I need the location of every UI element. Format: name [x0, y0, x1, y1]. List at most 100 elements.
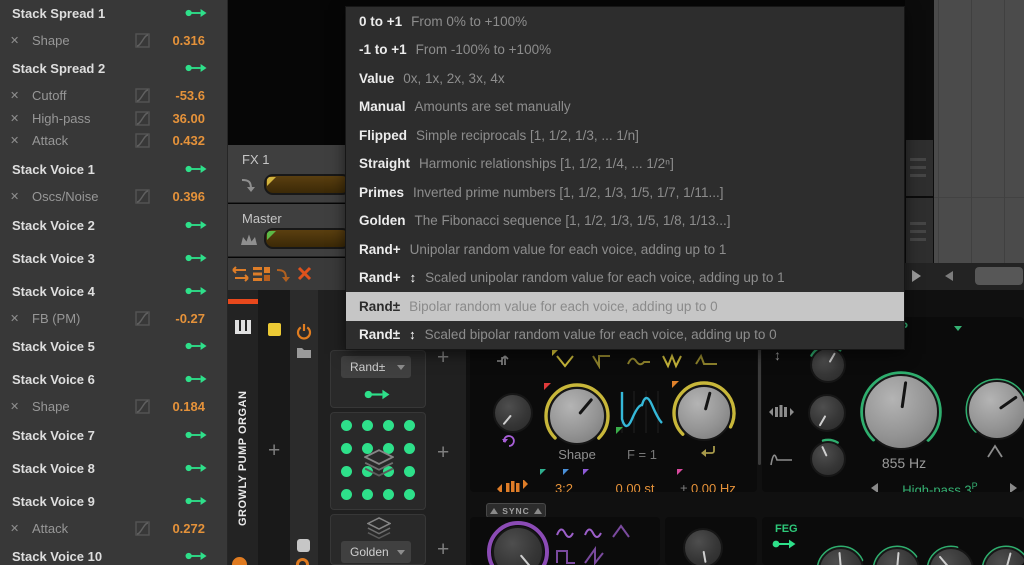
remove-modulation-icon[interactable]: ✕ — [10, 34, 26, 47]
waveform-double-icon[interactable] — [660, 353, 686, 369]
mod-amount-value[interactable]: 0.272 — [172, 521, 205, 536]
mod-arrow-icon[interactable] — [185, 463, 207, 473]
arranger-track-header[interactable] — [906, 140, 933, 196]
mod-arrow-icon[interactable] — [185, 341, 207, 351]
chevron-down-icon[interactable] — [954, 326, 962, 331]
mod-source-row[interactable]: Stack Voice 6 — [0, 368, 228, 390]
retrigger-icon[interactable] — [698, 443, 718, 459]
menu-item[interactable]: Rand± ↕ Scaled bipolar random value for … — [346, 321, 904, 350]
remove-modulation-icon[interactable]: ✕ — [10, 190, 26, 203]
menu-item[interactable]: Rand+ ↕ Scaled unipolar random value for… — [346, 264, 904, 293]
voice-dot[interactable] — [383, 420, 394, 431]
mod-arrow-icon[interactable] — [185, 374, 207, 384]
voice-dot[interactable] — [404, 443, 415, 454]
menu-item[interactable]: Primes Inverted prime numbers [1, 1/2, 1… — [346, 178, 904, 207]
remove-modulation-icon[interactable]: ✕ — [10, 134, 26, 147]
arranger-track-header[interactable] — [906, 198, 933, 263]
filter-type-next-icon[interactable] — [1010, 483, 1017, 492]
mod-curve-icon[interactable] — [135, 521, 150, 536]
mod-source-row[interactable]: Stack Voice 3 — [0, 247, 228, 269]
keytrack-keys-icon[interactable] — [494, 480, 532, 492]
mod-source-row[interactable]: Stack Spread 2 — [0, 57, 228, 79]
waveform-check-icon[interactable] — [590, 353, 616, 369]
cutoff-value[interactable]: 855 Hz — [861, 455, 947, 471]
osc-semitone-value[interactable]: 0.00 st — [602, 481, 668, 492]
mod-source-row[interactable]: Stack Voice 2 — [0, 214, 228, 236]
modulator-slot-voices[interactable] — [330, 412, 426, 510]
noise-knob[interactable] — [683, 528, 723, 565]
mod-target-row[interactable]: ✕ High-pass 36.00 — [0, 107, 228, 129]
waveform-pulse-icon[interactable] — [694, 353, 720, 369]
mod-source-row[interactable]: Stack Voice 1 — [0, 158, 228, 180]
mod-arrow-icon[interactable] — [185, 430, 207, 440]
mod-arrow-icon[interactable] — [364, 389, 390, 400]
voice-dot[interactable] — [362, 420, 373, 431]
folder-icon[interactable] — [296, 346, 312, 359]
mod-arrow-icon[interactable] — [185, 8, 207, 18]
scroll-left-icon[interactable] — [945, 271, 953, 281]
mod-target-row[interactable]: ✕ Shape 0.184 — [0, 395, 228, 417]
mod-curve-icon[interactable] — [135, 88, 150, 103]
filter-mod-knob[interactable] — [810, 441, 846, 477]
list-view-icon[interactable] — [253, 266, 270, 282]
mod-amount-value[interactable]: -53.6 — [175, 88, 205, 103]
modulator-slot-golden[interactable]: Golden — [330, 514, 426, 565]
mod-target-row[interactable]: ✕ Shape 0.316 — [0, 29, 228, 51]
mod-mode-select[interactable]: Golden — [341, 541, 411, 563]
add-device-button[interactable]: + — [268, 440, 280, 461]
mod-arrow-icon[interactable] — [185, 496, 207, 506]
add-modulator-button[interactable]: + — [437, 539, 449, 560]
mod-amount-value[interactable]: -0.27 — [175, 311, 205, 326]
fx-track-meter[interactable] — [264, 174, 351, 195]
menu-item[interactable]: Rand+ Unipolar random value for each voi… — [346, 235, 904, 264]
mod-amount-value[interactable]: 36.00 — [172, 111, 205, 126]
resonance-knob[interactable] — [967, 380, 1024, 440]
arranger-grid[interactable] — [934, 0, 1024, 263]
remove-modulation-icon[interactable]: ✕ — [10, 400, 26, 413]
menu-item[interactable]: -1 to +1 From -100% to +100% — [346, 36, 904, 65]
mod-target-row[interactable]: ✕ Attack 0.432 — [0, 129, 228, 151]
voice-dot[interactable] — [404, 489, 415, 500]
menu-item[interactable]: 0 to +1 From 0% to +100% — [346, 7, 904, 36]
mod-amount-value[interactable]: 0.316 — [172, 33, 205, 48]
mod-target-row[interactable]: ✕ Attack 0.272 — [0, 517, 228, 539]
device-power-icon[interactable] — [296, 323, 312, 340]
filter-env-amount-knob[interactable] — [810, 347, 846, 383]
scrollbar-thumb[interactable] — [975, 267, 1023, 285]
lfo-waveform-icons[interactable] — [555, 523, 655, 565]
mod-arrow-icon[interactable] — [185, 286, 207, 296]
device-remote-icon[interactable] — [296, 558, 309, 565]
menu-item[interactable]: Straight Harmonic relationships [1, 1/2,… — [346, 150, 904, 179]
mod-arrow-icon[interactable] — [185, 220, 207, 230]
mod-source-row[interactable]: Stack Voice 8 — [0, 457, 228, 479]
add-modulator-button[interactable]: + — [437, 347, 449, 368]
mod-source-row[interactable]: Stack Voice 5 — [0, 335, 228, 357]
mod-amount-value[interactable]: 0.432 — [172, 133, 205, 148]
voice-dot[interactable] — [383, 489, 394, 500]
mod-arrow-icon[interactable] — [772, 539, 796, 549]
mod-source-row[interactable]: Stack Spread 1 — [0, 2, 228, 24]
menu-item[interactable]: Golden The Fibonacci sequence [1, 1/2, 1… — [346, 207, 904, 236]
menu-item[interactable]: Flipped Simple reciprocals [1, 1/2, 1/3,… — [346, 121, 904, 150]
mod-source-row[interactable]: Stack Voice 7 — [0, 424, 228, 446]
cutoff-knob[interactable] — [863, 374, 939, 450]
track-color-swatch[interactable] — [268, 323, 281, 336]
mod-curve-icon[interactable] — [135, 33, 150, 48]
voice-dot[interactable] — [341, 420, 352, 431]
remove-modulation-icon[interactable]: ✕ — [10, 312, 26, 325]
track-rail[interactable]: GROWLY PUMP ORGAN — [228, 290, 258, 565]
filter-type-label[interactable]: High-pass 3P — [882, 481, 998, 492]
mod-arrow-icon[interactable] — [185, 253, 207, 263]
mod-curve-icon[interactable] — [135, 399, 150, 414]
menu-item[interactable]: Value 0x, 1x, 2x, 3x, 4x — [346, 64, 904, 93]
osc-ratio-value[interactable]: 3:2 — [546, 481, 582, 492]
filter-keytrack-knob[interactable] — [808, 394, 846, 432]
osc-wave-display[interactable] — [616, 389, 668, 435]
osc-level-knob[interactable] — [676, 385, 732, 441]
feg-decay-knob[interactable] — [874, 547, 920, 565]
keytrack-icon[interactable] — [496, 353, 511, 368]
mod-target-row[interactable]: ✕ Cutoff -53.6 — [0, 84, 228, 106]
add-modulator-button[interactable]: + — [437, 442, 449, 463]
mod-arrow-icon[interactable] — [185, 551, 207, 561]
phase-cycle-icon[interactable] — [501, 433, 517, 448]
